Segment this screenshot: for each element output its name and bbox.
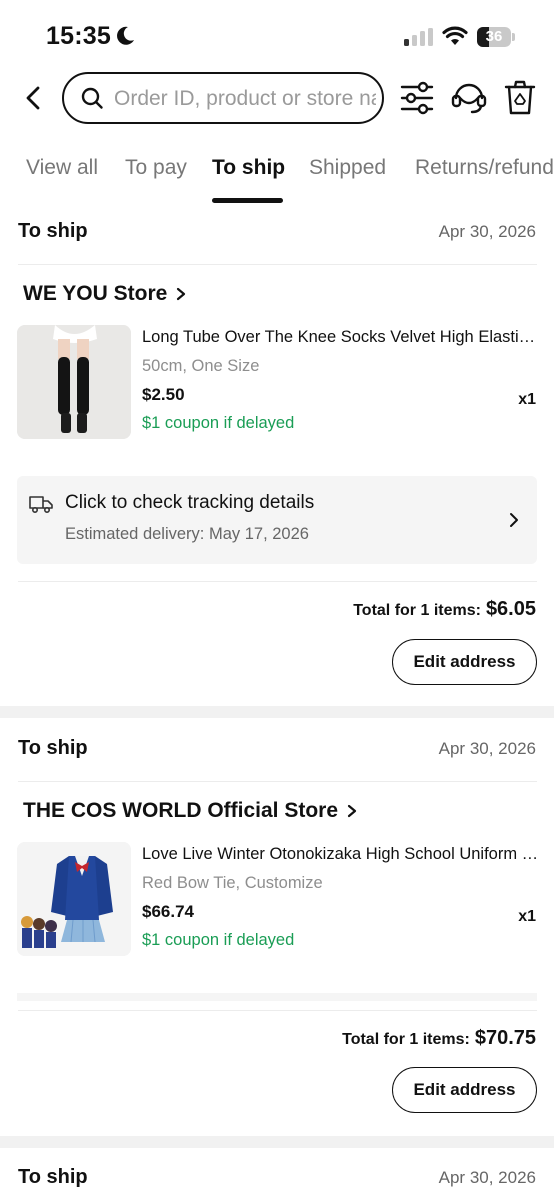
order-total: Total for 1 items: $6.05 — [353, 598, 536, 621]
total-value: $70.75 — [474, 1027, 536, 1049]
product-variant: Red Bow Tie, Customize — [142, 874, 323, 892]
search-input[interactable] — [114, 84, 376, 114]
order-status: To ship — [18, 1166, 88, 1188]
tab-to-ship[interactable]: To ship — [212, 156, 285, 180]
order-status: To ship — [18, 737, 88, 759]
wifi-icon — [442, 26, 468, 45]
product-title[interactable]: Love Live Winter Otonokizaka High School… — [142, 845, 540, 864]
divider — [18, 581, 537, 582]
tab-shipped[interactable]: Shipped — [309, 156, 386, 180]
order-total: Total for 1 items: $70.75 — [342, 1027, 536, 1050]
active-tab-indicator — [212, 198, 283, 203]
truck-icon — [29, 496, 53, 514]
product-quantity: x1 — [518, 908, 536, 925]
search-bar[interactable] — [62, 72, 384, 124]
tracking-details[interactable]: Click to check tracking details Estimate… — [17, 476, 537, 564]
tab-view-all[interactable]: View all — [26, 156, 98, 180]
section-separator — [0, 1136, 554, 1148]
store-name: THE COS WORLD Official Store — [23, 799, 339, 822]
order-card: To ship Apr 30, 2026 WE YOU Store Long T… — [0, 210, 554, 705]
edit-address-button[interactable]: Edit address — [392, 639, 537, 685]
store-link[interactable]: WE YOU Store — [23, 282, 187, 306]
recycle-bin-icon[interactable] — [504, 80, 536, 116]
order-card: To ship Apr 30, 2026 THE COS WORLD Offic… — [0, 727, 554, 1137]
store-link[interactable]: THE COS WORLD Official Store — [23, 799, 358, 823]
search-icon — [81, 87, 103, 109]
total-label: Total for 1 items: — [353, 602, 481, 619]
order-card: To ship Apr 30, 2026 — [0, 1156, 554, 1200]
edit-address-button[interactable]: Edit address — [392, 1067, 537, 1113]
filter-icon[interactable] — [400, 80, 434, 116]
divider — [18, 264, 537, 265]
back-icon[interactable] — [20, 84, 46, 112]
divider — [18, 781, 537, 782]
total-value: $6.05 — [485, 598, 536, 620]
status-bar: 15:35 36 — [0, 0, 554, 60]
delay-coupon: $1 coupon if delayed — [142, 414, 295, 432]
chevron-right-icon — [347, 804, 357, 818]
product-title[interactable]: Long Tube Over The Knee Socks Velvet Hig… — [142, 328, 540, 347]
customer-service-icon[interactable] — [450, 78, 488, 116]
divider — [18, 1010, 537, 1011]
battery-icon: 36 — [477, 27, 515, 47]
delay-coupon: $1 coupon if delayed — [142, 931, 295, 949]
order-status: To ship — [18, 220, 88, 242]
chevron-right-icon — [510, 513, 518, 527]
section-separator — [0, 706, 554, 718]
tab-to-pay[interactable]: To pay — [125, 156, 187, 180]
tracking-title: Click to check tracking details — [65, 492, 315, 513]
signal-icon — [404, 28, 433, 46]
chevron-right-icon — [177, 287, 186, 301]
product-image-socks[interactable] — [17, 325, 131, 439]
order-date: Apr 30, 2026 — [438, 1168, 536, 1187]
product-price: $2.50 — [142, 385, 185, 404]
moon-icon — [117, 26, 134, 45]
clock-time: 15:35 — [46, 22, 111, 50]
battery-level: 36 — [485, 28, 503, 45]
order-date: Apr 30, 2026 — [438, 739, 536, 758]
total-label: Total for 1 items: — [342, 1031, 470, 1048]
tracking-details-placeholder — [17, 993, 537, 1001]
product-quantity: x1 — [518, 391, 536, 408]
product-image-uniform[interactable] — [17, 842, 131, 956]
store-name: WE YOU Store — [23, 282, 168, 305]
estimated-delivery: Estimated delivery: May 17, 2026 — [65, 525, 309, 543]
product-variant: 50cm, One Size — [142, 357, 260, 375]
order-date: Apr 30, 2026 — [438, 222, 536, 241]
product-price: $66.74 — [142, 902, 194, 921]
tab-returns-refunds[interactable]: Returns/refunds — [415, 156, 554, 180]
order-tabs: View all To pay To ship Shipped Returns/… — [0, 150, 554, 206]
